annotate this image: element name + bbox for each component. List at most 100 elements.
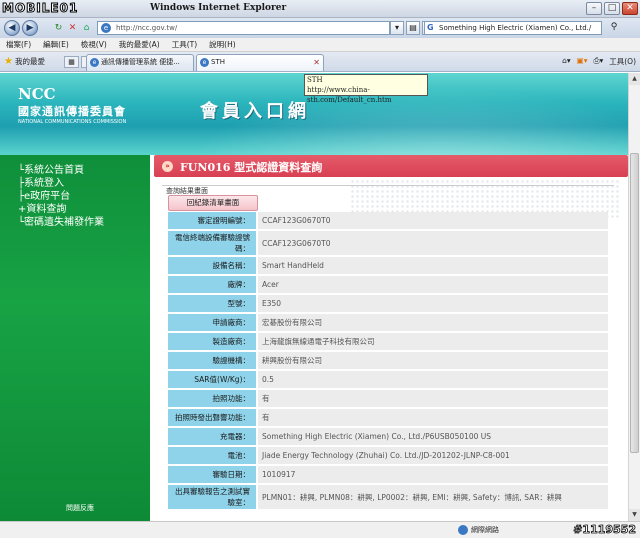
field-value: E350 xyxy=(258,295,608,312)
sidebar: └系統公告首頁 ├系統登入 ├e政府平台 +資料查詢 └密碼遺失補發作業 問題反… xyxy=(0,155,150,521)
table-row: 出具審驗報告之測試實驗室： PLMN01：耕興, PLMN08：耕興, LP000… xyxy=(168,485,608,509)
dropdown-icon[interactable]: ▾ xyxy=(390,21,404,35)
back-nav-button[interactable]: ◀ xyxy=(4,20,20,36)
window-titlebar: MOBILE01 Windows Internet Explorer – □ ✕ xyxy=(0,0,640,18)
tools-menu[interactable]: 工具(O) xyxy=(609,56,636,67)
sidebar-item-query[interactable]: +資料查詢 xyxy=(18,203,104,216)
field-label: SAR值(W/Kg)： xyxy=(168,371,256,388)
quick-tabs-icon[interactable]: ▦ xyxy=(64,56,79,68)
field-value: Something High Electric (Xiamen) Co., Lt… xyxy=(258,428,608,445)
field-value: 有 xyxy=(258,390,608,407)
table-row: 充電器： Something High Electric (Xiamen) Co.… xyxy=(168,428,608,445)
tab-label: STH xyxy=(211,58,225,66)
tab-sth[interactable]: e STH ✕ xyxy=(196,54,324,71)
field-label: 廠牌： xyxy=(168,276,256,293)
field-value: CCAF123G0670T0 xyxy=(258,231,608,255)
search-icon[interactable]: ⚲ xyxy=(606,21,622,35)
tabs-bar: ★ 我的最愛 ▦ ▾ e 通訊傳播管理系統 便捷... e STH ✕ ⌂▾ ▣… xyxy=(0,52,640,72)
field-label: 拍照時發出聲響功能： xyxy=(168,409,256,426)
table-row: 申請廠商： 宏碁股份有限公司 xyxy=(168,314,608,331)
forward-nav-button[interactable]: ▶ xyxy=(22,20,38,36)
search-text: Something High Electric (Xiamen) Co., Lt… xyxy=(439,24,592,32)
address-field[interactable]: e http://ncc.gov.tw/ xyxy=(97,21,390,35)
sidebar-item-announcements[interactable]: └系統公告首頁 xyxy=(18,164,104,177)
table-row: 廠牌： Acer xyxy=(168,276,608,293)
field-value: 宏碁股份有限公司 xyxy=(258,314,608,331)
field-label: 設備名稱： xyxy=(168,257,256,274)
arrow-icon: » xyxy=(162,161,173,172)
field-value: 上海龍旗無線通電子科技有限公司 xyxy=(258,333,608,350)
field-label: 電信終端設備審驗證號碼： xyxy=(168,231,256,255)
page-title: FUN016 型式認證資料查詢 xyxy=(180,161,323,174)
home-icon[interactable]: ⌂ xyxy=(80,22,93,34)
sidebar-menu: └系統公告首頁 ├系統登入 ├e政府平台 +資料查詢 └密碼遺失補發作業 xyxy=(18,164,104,229)
field-value: Acer xyxy=(258,276,608,293)
table-row: 拍照時發出聲響功能：有 xyxy=(168,409,608,426)
sidebar-item-egov[interactable]: ├e政府平台 xyxy=(18,190,104,203)
minimize-button[interactable]: – xyxy=(586,2,602,15)
tab-close-icon[interactable]: ✕ xyxy=(313,55,320,70)
refresh-icon[interactable]: ↻ xyxy=(52,22,65,34)
org-name-cn: 國家通訊傳播委員會 xyxy=(18,105,126,118)
feeds-icon[interactable]: ▣▾ xyxy=(577,56,588,67)
tab-ncc[interactable]: e 通訊傳播管理系統 便捷... xyxy=(86,54,194,71)
tooltip-title: STH xyxy=(307,76,323,84)
field-value: PLMN01：耕興, PLMN08：耕興, LP0002：耕興, EMI：耕興,… xyxy=(258,485,608,509)
print-icon[interactable]: ⎙▾ xyxy=(593,56,603,67)
close-button[interactable]: ✕ xyxy=(622,2,638,15)
field-value: 有 xyxy=(258,409,608,426)
table-row: 設備名稱： Smart HandHeld xyxy=(168,257,608,274)
home-icon[interactable]: ⌂▾ xyxy=(562,56,571,67)
field-label: 充電器： xyxy=(168,428,256,445)
table-row: SAR值(W/Kg)： 0.5 xyxy=(168,371,608,388)
sidebar-item-login[interactable]: ├系統登入 xyxy=(18,177,104,190)
field-value: 1010917 xyxy=(258,466,608,483)
sidebar-item-password[interactable]: └密碼遺失補發作業 xyxy=(18,216,104,229)
address-text: http://ncc.gov.tw/ xyxy=(116,24,178,32)
field-label: 出具審驗報告之測試實驗室： xyxy=(168,485,256,509)
stop-icon[interactable]: ✕ xyxy=(66,22,79,34)
google-search-icon: G xyxy=(427,23,434,32)
page-title-bar: » FUN016 型式認證資料查詢 xyxy=(154,155,628,177)
maximize-button[interactable]: □ xyxy=(604,2,620,15)
compat-icon[interactable]: ▤ xyxy=(406,21,420,35)
menu-favorites[interactable]: 我的最愛(A) xyxy=(119,38,160,51)
menu-tools[interactable]: 工具(T) xyxy=(172,38,197,51)
table-row: 電池： Jiade Energy Technology (Zhuhai) Co. … xyxy=(168,447,608,464)
field-label: 型號： xyxy=(168,295,256,312)
favorites-label: 我的最愛 xyxy=(14,57,45,66)
field-label: 製造廠商： xyxy=(168,333,256,350)
star-icon: ★ xyxy=(4,56,13,67)
table-row: 製造廠商： 上海龍旗無線通電子科技有限公司 xyxy=(168,333,608,350)
favorites-button[interactable]: ★ 我的最愛 xyxy=(4,56,45,67)
table-row: 審驗日期： 1010917 xyxy=(168,466,608,483)
command-bar: ⌂▾ ▣▾ ⎙▾ 工具(O) xyxy=(562,56,636,67)
scroll-thumb[interactable] xyxy=(630,153,639,453)
tab-tooltip: STH http://www.china-sth.com/Default_cn.… xyxy=(304,74,428,104)
menu-edit[interactable]: 編輯(E) xyxy=(43,38,69,51)
field-value: Smart HandHeld xyxy=(258,257,608,274)
feedback-link[interactable]: 問題反應 xyxy=(66,503,94,513)
menu-help[interactable]: 說明(H) xyxy=(209,38,236,51)
ie-page-icon: e xyxy=(101,23,111,33)
field-value: 耕興股份有限公司 xyxy=(258,352,608,369)
vertical-scrollbar[interactable]: ▲ ▼ xyxy=(628,73,640,521)
window-controls: – □ ✕ xyxy=(586,2,638,15)
back-to-list-button[interactable]: 回紀錄清單畫面 xyxy=(168,195,258,211)
field-label: 審驗日期： xyxy=(168,466,256,483)
field-label: 電池： xyxy=(168,447,256,464)
result-table: 審定證明編號： CCAF123G0670T0 電信終端設備審驗證號碼： CCAF123… xyxy=(168,212,608,511)
tooltip-url: http://www.china-sth.com/Default_cn.htm xyxy=(307,86,392,104)
menu-view[interactable]: 檢視(V) xyxy=(81,38,107,51)
globe-icon xyxy=(458,525,468,535)
table-row: 型號： E350 xyxy=(168,295,608,312)
scroll-up-icon[interactable]: ▲ xyxy=(629,73,640,85)
scroll-down-icon[interactable]: ▼ xyxy=(629,509,640,521)
menu-file[interactable]: 檔案(F) xyxy=(6,38,31,51)
ncc-logo-text: NCC xyxy=(18,85,56,103)
menu-bar: 檔案(F) 編輯(E) 檢視(V) 我的最愛(A) 工具(T) 說明(H) xyxy=(0,38,640,52)
watermark-id: #1119552 xyxy=(573,523,637,537)
field-label: 申請廠商： xyxy=(168,314,256,331)
zone-label: 網際網路 xyxy=(471,526,499,534)
search-input[interactable]: G Something High Electric (Xiamen) Co., … xyxy=(424,21,602,35)
